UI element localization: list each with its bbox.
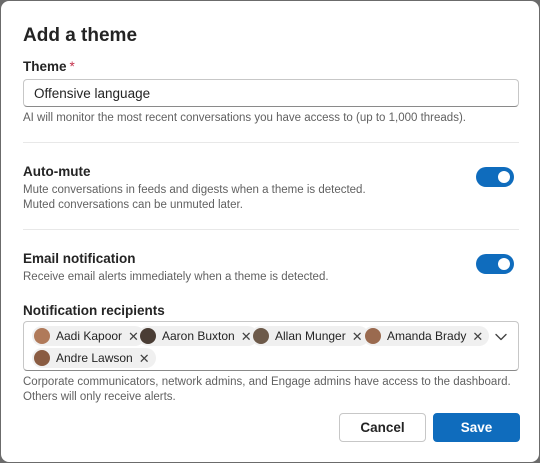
- recipient-name: Allan Munger: [275, 329, 346, 343]
- recipient-chip: Andre Lawson ✕: [32, 348, 156, 368]
- theme-label: Theme *: [23, 59, 75, 74]
- divider: [23, 229, 519, 230]
- recipient-name: Aaron Buxton: [162, 329, 235, 343]
- recipients-help-line1: Corporate communicators, network admins,…: [23, 376, 511, 388]
- auto-mute-label: Auto-mute: [23, 164, 91, 179]
- avatar: [365, 328, 381, 344]
- avatar: [34, 328, 50, 344]
- auto-mute-description: Mute conversations in feeds and digests …: [23, 183, 366, 213]
- recipient-chip: Aaron Buxton ✕: [138, 326, 258, 346]
- recipient-chip: Aadi Kapoor ✕: [32, 326, 145, 346]
- recipients-help-line2: Others will only receive alerts.: [23, 391, 176, 403]
- toggle-knob: [498, 171, 510, 183]
- recipient-name: Amanda Brady: [387, 329, 467, 343]
- email-notification-description: Receive email alerts immediately when a …: [23, 271, 329, 283]
- avatar: [253, 328, 269, 344]
- save-button[interactable]: Save: [433, 413, 520, 442]
- remove-icon[interactable]: ✕: [139, 352, 150, 365]
- cancel-button[interactable]: Cancel: [339, 413, 426, 442]
- theme-label-text: Theme: [23, 59, 67, 74]
- remove-icon[interactable]: ✕: [352, 330, 363, 343]
- required-marker: *: [69, 59, 75, 74]
- auto-mute-description-line1: Mute conversations in feeds and digests …: [23, 184, 366, 196]
- recipient-chip: Allan Munger ✕: [251, 326, 369, 346]
- auto-mute-description-line2: Muted conversations can be unmuted later…: [23, 199, 243, 211]
- remove-icon[interactable]: ✕: [241, 330, 252, 343]
- auto-mute-toggle[interactable]: [476, 167, 514, 187]
- theme-help-text: AI will monitor the most recent conversa…: [23, 112, 466, 124]
- divider: [23, 142, 519, 143]
- recipient-name: Andre Lawson: [56, 351, 133, 365]
- recipient-name: Aadi Kapoor: [56, 329, 123, 343]
- recipient-chip: Amanda Brady ✕: [363, 326, 490, 346]
- add-theme-dialog: Add a theme Theme* AI will monitor the m…: [1, 1, 539, 462]
- avatar: [34, 350, 50, 366]
- remove-icon[interactable]: ✕: [472, 330, 483, 343]
- toggle-knob: [498, 258, 510, 270]
- email-notification-toggle[interactable]: [476, 254, 514, 274]
- recipients-help-text: Corporate communicators, network admins,…: [23, 375, 511, 405]
- theme-input[interactable]: [23, 79, 519, 107]
- chevron-down-icon[interactable]: [494, 330, 508, 344]
- recipients-picker[interactable]: Aadi Kapoor ✕ Aaron Buxton ✕ Allan Munge…: [23, 321, 519, 371]
- recipients-label: Notification recipients: [23, 303, 165, 318]
- avatar: [140, 328, 156, 344]
- email-notification-label: Email notification: [23, 251, 136, 266]
- dialog-title: Add a theme: [23, 25, 138, 46]
